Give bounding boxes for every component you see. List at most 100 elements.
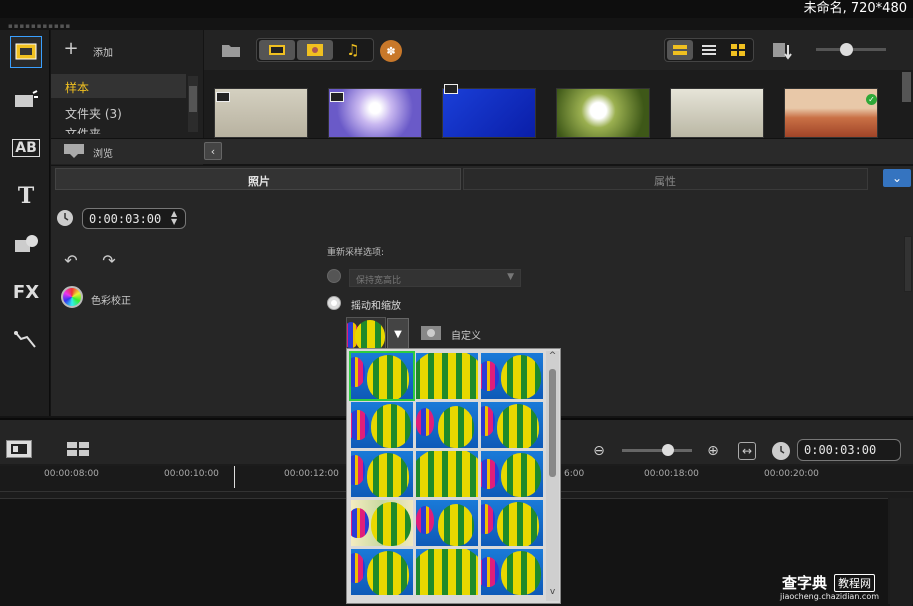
preset-thumbnail[interactable] [351,402,413,448]
keep-aspect-select[interactable]: 保持宽高比 ▼ [349,269,521,287]
pan-zoom-radio[interactable] [327,296,341,310]
playhead[interactable] [234,466,235,488]
thumbnail-trees[interactable] [670,88,764,138]
preset-thumbnail[interactable] [416,402,478,448]
t-label: T [17,183,35,209]
balloon-image [351,357,365,387]
storyboard-view-icon[interactable] [667,40,693,60]
preset-thumbnail[interactable] [416,353,478,399]
browse-bar: 浏览 ‹ [51,138,913,164]
custom-label[interactable]: 自定义 [451,327,481,342]
balloon-image [438,406,474,448]
photo-tag-icon [216,92,230,102]
preset-thumbnail[interactable] [351,500,413,546]
photo-filter-icon[interactable] [297,40,333,60]
balloon-image [351,410,369,440]
ruler-tick: 00:00:12:00 [284,469,339,479]
preset-thumbnail[interactable] [481,500,543,546]
browse-icon[interactable] [63,142,85,160]
collapse-library-button[interactable]: ‹ [204,142,222,160]
path-icon[interactable] [10,324,42,356]
timeline-view-icon[interactable] [6,440,32,458]
add-label[interactable]: 添加 [93,44,113,59]
preset-dropdown-button[interactable]: ▼ [387,318,409,350]
video-filter-icon[interactable] [259,40,295,60]
expand-options-button[interactable]: ⌄ [883,169,911,187]
balloon-image [501,453,541,497]
flash-animation-icon[interactable]: ✽ [380,40,402,62]
keep-aspect-radio[interactable] [327,269,341,283]
preset-thumbnail[interactable] [481,451,543,497]
balloon-image [481,557,499,587]
preset-thumbnail[interactable] [416,549,478,595]
media-library-icon[interactable] [10,36,42,68]
grip-handle[interactable]: ▪▪▪▪▪▪▪▪▪▪▪ [8,22,71,30]
library-item-sample[interactable]: 样本 [51,74,186,98]
customize-icon[interactable] [419,322,443,344]
preset-thumbnail[interactable] [416,451,478,497]
library-item-folder-2[interactable]: 文件夹 [51,124,186,134]
scroll-down-icon[interactable]: v [546,587,559,599]
preset-thumbnail[interactable] [481,353,543,399]
color-correction-label[interactable]: 色彩校正 [91,292,131,307]
rotate-left-icon[interactable]: ↶ [59,250,83,270]
list-view-icon[interactable] [696,40,722,60]
add-icon[interactable]: + [63,38,79,59]
title-t-icon[interactable]: T [10,180,42,212]
ruler-tick: 6:00 [564,469,585,479]
balloon-image [497,404,539,448]
scroll-thumb[interactable] [549,369,556,477]
thumbnail-scrollbar[interactable] [902,72,911,102]
folder-icon[interactable] [220,40,242,60]
scroll-up-icon[interactable]: ^ [546,351,559,363]
transition-ab-icon[interactable]: AB [10,132,42,164]
browse-label[interactable]: 浏览 [93,145,113,160]
rotate-right-icon[interactable]: ↷ [97,250,121,270]
graphics-icon[interactable] [10,228,42,260]
preset-thumbnail[interactable] [351,549,413,595]
preset-thumbnail[interactable] [351,451,413,497]
options-panel-scrollbar[interactable] [904,236,912,292]
thumbnail-view-icon[interactable] [725,40,751,60]
thumbnail-size-slider[interactable] [816,43,886,56]
tab-properties[interactable]: 属性 [463,168,868,190]
balloon-image [371,502,411,546]
clock-icon [57,210,73,226]
balloon-image [416,353,478,399]
library-scrollbar[interactable] [188,76,198,132]
fx-icon[interactable]: FX [10,276,42,308]
sort-icon[interactable] [770,40,794,62]
storyboard-icon[interactable] [66,440,90,458]
color-correction-icon[interactable] [61,286,83,308]
tab-photo[interactable]: 照片 [55,168,461,190]
photo-tag-icon [330,92,344,102]
library-item-folder[interactable]: 文件夹 (3) [51,100,186,124]
resample-options-label: 重新采样选项: [327,248,385,258]
pan-zoom-preset-preview[interactable] [346,317,386,349]
pan-zoom-label[interactable]: 摇动和缩放 [351,297,401,312]
fit-to-window-icon[interactable]: ↔ [738,442,756,460]
thumbnail-sample-3[interactable] [442,88,536,138]
duration-stepper[interactable]: ▲ ▼ [171,210,177,226]
check-icon: ✓ [866,94,877,105]
preset-grid-scrollbar[interactable]: ^ v [546,351,559,601]
thumbnail-dandelion[interactable] [556,88,650,138]
audio-filter-icon[interactable]: ♫ [335,40,371,60]
zoom-in-icon[interactable]: ⊕ [704,442,722,460]
preset-thumbnail[interactable] [481,402,543,448]
watermark: 查字典 教程网 jiaocheng.chazidian.com [780,574,880,601]
preset-thumbnail[interactable] [416,500,478,546]
preset-thumbnail[interactable] [481,549,543,595]
zoom-out-icon[interactable]: ⊖ [590,442,608,460]
timeline-timecode[interactable]: 0:00:03:00 [797,439,901,461]
preset-thumbnail[interactable] [349,351,415,401]
preset-grid-popup: ^ v [346,348,561,604]
balloon-image [481,504,495,534]
balloon-image [481,361,499,391]
media-filter-group: ♫ [256,38,374,62]
timeline-zoom-slider[interactable] [622,444,692,456]
ruler-tick: 00:00:18:00 [644,469,699,479]
instant-project-icon[interactable] [10,84,42,116]
thumbnail-desert-tree[interactable] [784,88,878,138]
balloon-image [497,502,539,546]
